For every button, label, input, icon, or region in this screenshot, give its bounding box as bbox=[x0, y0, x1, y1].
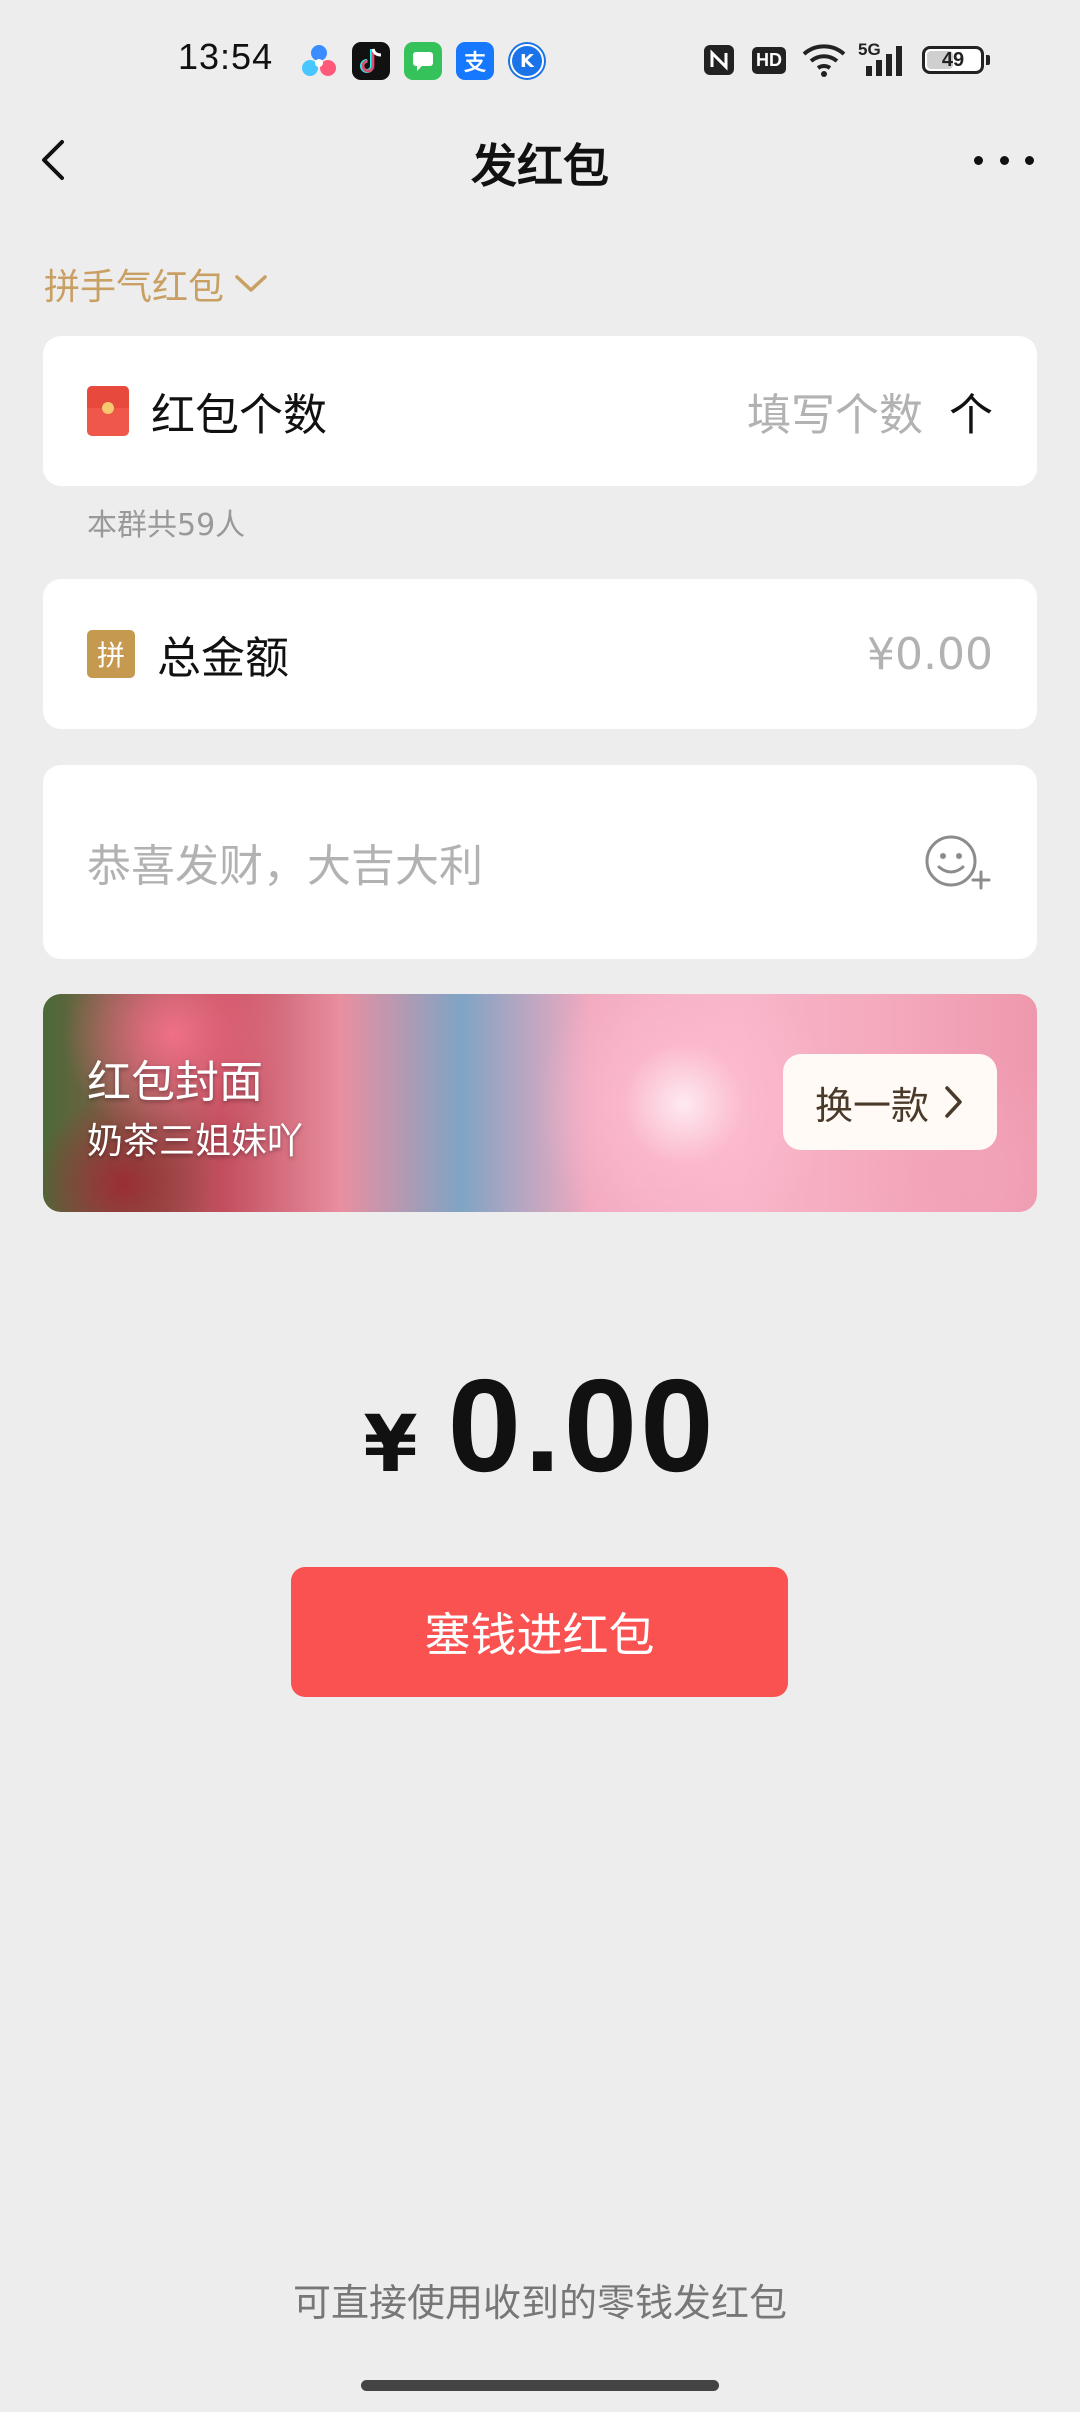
cover-name: 奶茶三姐妹吖 bbox=[87, 1121, 304, 1162]
packet-count-card[interactable]: 红包个数 填写个数 个 bbox=[43, 336, 1037, 486]
wifi-icon bbox=[802, 40, 846, 80]
change-cover-label: 换一款 bbox=[814, 1083, 929, 1128]
cellular-5g-icon: 5G bbox=[858, 40, 908, 80]
emoji-add-icon[interactable] bbox=[923, 832, 993, 892]
total-amount-label: 总金额 bbox=[157, 633, 289, 684]
total-amount-card[interactable]: 拼 总金额 ¥0.00 bbox=[43, 579, 1037, 729]
red-packet-cover-banner[interactable]: 红包封面 奶茶三姐妹吖 换一款 bbox=[43, 994, 1037, 1212]
total-amount-input[interactable]: ¥0.00 bbox=[867, 629, 993, 680]
put-money-button[interactable]: 塞钱进红包 bbox=[291, 1567, 788, 1697]
tiktok-icon bbox=[352, 42, 390, 80]
status-time: 13:54 bbox=[178, 36, 274, 77]
nfc-icon bbox=[702, 40, 736, 80]
more-options-button[interactable] bbox=[974, 140, 1034, 180]
red-packet-icon bbox=[87, 386, 129, 436]
home-indicator[interactable] bbox=[361, 2380, 719, 2391]
packet-count-label: 红包个数 bbox=[151, 390, 327, 441]
footer-note: 可直接使用收到的零钱发红包 bbox=[292, 2281, 787, 2325]
packet-type-selector[interactable]: 拼手气红包 bbox=[44, 258, 268, 310]
cover-title: 红包封面 bbox=[87, 1057, 263, 1108]
pin-badge-icon: 拼 bbox=[87, 630, 135, 678]
page-title: 发红包 bbox=[471, 139, 609, 193]
battery-tip bbox=[986, 55, 990, 65]
total-amount-value: 0.00 bbox=[447, 1352, 717, 1499]
battery-indicator: 49 bbox=[922, 46, 984, 74]
group-member-count: 本群共59人 bbox=[87, 508, 246, 543]
packet-count-unit: 个 bbox=[949, 390, 993, 441]
k-app-icon: K bbox=[508, 42, 546, 80]
packet-type-label: 拼手气红包 bbox=[44, 267, 225, 308]
greeting-card[interactable]: 恭喜发财，大吉大利 bbox=[43, 765, 1037, 959]
total-amount-display: ¥ 0.00 bbox=[0, 1350, 1080, 1501]
more-dot-icon bbox=[1025, 155, 1034, 165]
messages-icon bbox=[404, 42, 442, 80]
alipay-icon: 支 bbox=[456, 42, 494, 80]
more-dot-icon bbox=[999, 155, 1009, 165]
greeting-input[interactable]: 恭喜发财，大吉大利 bbox=[87, 830, 483, 894]
baidu-map-icon bbox=[300, 42, 338, 80]
more-dot-icon bbox=[974, 155, 983, 165]
hd-icon: HD bbox=[752, 40, 786, 80]
chevron-right-icon bbox=[945, 1086, 962, 1118]
chevron-down-icon bbox=[235, 275, 267, 292]
packet-count-input[interactable]: 填写个数 bbox=[747, 379, 923, 443]
currency-symbol: ¥ bbox=[363, 1400, 418, 1490]
change-cover-button[interactable]: 换一款 bbox=[783, 1054, 997, 1150]
